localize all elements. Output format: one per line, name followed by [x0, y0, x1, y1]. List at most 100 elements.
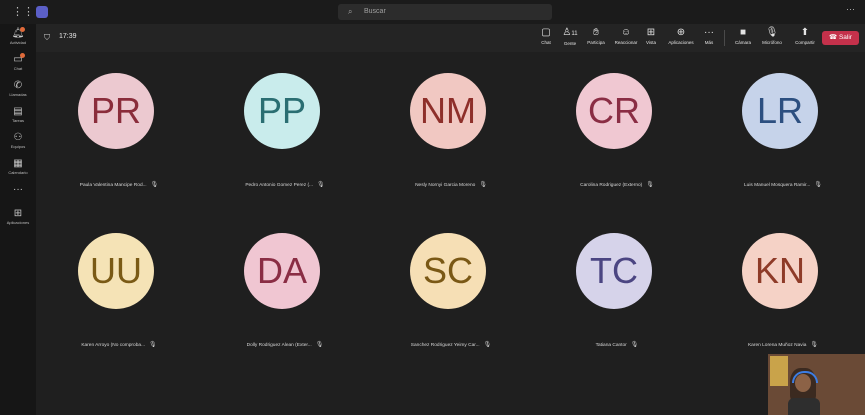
search-input[interactable]: ⌕ Buscar: [338, 4, 552, 20]
rail-item-calendar[interactable]: ▦ Calendario: [0, 156, 36, 184]
camera-label: Cámara: [734, 40, 751, 45]
participant-tile[interactable]: NM Nesly Nornyi Garcia Moreno 🎙︎: [368, 52, 534, 202]
microphone-icon: 🎙︎: [483, 342, 492, 348]
participant-avatar: LR: [742, 73, 818, 149]
view-label: Vista: [646, 40, 656, 45]
clipboard-icon: ▤: [13, 106, 23, 117]
more-icon: ···: [13, 184, 23, 195]
microphone-icon: 🎙︎: [814, 182, 822, 188]
participant-name-text: Carolina Rodriguez (Externo): [580, 183, 643, 188]
rail-label: Calendario: [8, 170, 28, 175]
people-icon: ♙11: [562, 27, 578, 38]
calendar-icon: ▦: [13, 158, 23, 169]
call-controls-bar: ⛉ 17:39 ▢ Chat ♙11 Gente ✋︎ Participa ☺ Reac…: [36, 24, 865, 52]
phone-icon: ✆: [13, 80, 23, 91]
participant-tile[interactable]: UU Karen Arroyo (No comproba... 🎙︎: [36, 212, 202, 362]
rail-label: Actividad: [9, 40, 27, 45]
shield-icon: ⛉: [44, 33, 50, 42]
notification-badge: [20, 27, 25, 32]
participant-name: Karen Lorena Muñoz Navia 🎙︎: [700, 341, 865, 348]
share-label: Compartir: [795, 40, 815, 45]
rail-item-teams[interactable]: ⚇ Equipos: [0, 130, 36, 158]
participant-avatar: KN: [742, 233, 818, 309]
participant-name: Nesly Nornyi Garcia Moreno 🎙︎: [368, 181, 534, 188]
react-label: Reaccionar: [614, 40, 638, 45]
more-button[interactable]: ··· Más: [701, 27, 717, 46]
participant-avatar: PR: [78, 73, 154, 149]
participant-tile[interactable]: PP Pedro Antonio Gomez Perez (... 🎙︎: [202, 52, 368, 202]
participant-tile[interactable]: LR Luis Manuel Mosquera Ramir... 🎙︎: [700, 52, 865, 202]
participant-tile[interactable]: DA Dolly Rodriguez Alean (Exter... 🎙︎: [202, 212, 368, 362]
people-count: 11: [571, 31, 578, 37]
teams-logo: [36, 6, 48, 18]
participant-name: Carolina Rodriguez (Externo) 🎙︎: [534, 181, 700, 188]
share-button[interactable]: ⬆ Compartir: [790, 27, 820, 46]
participant-name-text: Paula Valentina Mancipe Rod...: [79, 183, 147, 188]
participant-tile[interactable]: CR Carolina Rodriguez (Externo) 🎙︎: [534, 52, 700, 202]
app-rail: 🔔︎ Actividad ▭ Chat ✆ Llamadas ▤ Tareas …: [0, 24, 36, 415]
participant-name: Dolly Rodriguez Alean (Exter... 🎙︎: [202, 341, 368, 348]
rail-item-calls[interactable]: ✆ Llamadas: [0, 78, 36, 106]
apps-icon: ⊞: [13, 208, 23, 219]
rail-item-activity[interactable]: 🔔︎ Actividad: [0, 26, 36, 54]
chat-icon: ▢: [541, 27, 551, 38]
participant-name: Sanchez Rodriguez Yeimy Car... 🎙︎: [368, 341, 534, 348]
microphone-icon: 🎙︎: [315, 342, 324, 348]
microphone-icon: 🎙︎: [317, 182, 325, 188]
leave-button[interactable]: ☎︎ Salir: [822, 31, 859, 45]
participant-tile[interactable]: SC Sanchez Rodriguez Yeimy Car... 🎙︎: [368, 212, 534, 362]
divider: [724, 30, 725, 46]
leave-label: Salir: [838, 34, 852, 41]
rail-item-more[interactable]: ···: [0, 182, 36, 202]
teams-icon: ⚇: [13, 132, 23, 143]
participant-name-text: Karen Arroyo (No comproba...: [81, 343, 146, 348]
participant-avatar: NM: [410, 73, 486, 149]
self-view-video[interactable]: [768, 354, 865, 415]
raise-hand-button[interactable]: ✋︎ Participa: [583, 27, 609, 46]
share-screen-icon: ⬆: [800, 27, 810, 38]
more-options-icon[interactable]: ···: [846, 4, 855, 14]
participant-avatar: TC: [576, 233, 652, 309]
add-app-icon: ⊕: [676, 27, 686, 38]
microphone-icon: 🎙︎: [810, 342, 819, 348]
search-placeholder: Buscar: [364, 8, 386, 15]
video-shirt: [788, 398, 820, 415]
rail-item-tasks[interactable]: ▤ Tareas: [0, 104, 36, 132]
microphone-button[interactable]: 🎙︎ Micrófono: [756, 27, 788, 46]
microphone-icon: 🎙︎: [646, 182, 654, 188]
participant-avatar: CR: [576, 73, 652, 149]
view-button[interactable]: ⊞ Vista: [642, 27, 660, 46]
grid-view-icon: ⊞: [646, 27, 656, 38]
notification-badge: [20, 53, 25, 58]
participant-avatar: PP: [244, 73, 320, 149]
video-window: [770, 356, 788, 386]
apps-button[interactable]: ⊕ Aplicaciones: [661, 27, 701, 46]
chat-button[interactable]: ▢ Chat: [535, 27, 557, 46]
apps-label: Aplicaciones: [668, 40, 694, 45]
microphone-icon: 🎙︎: [150, 182, 159, 188]
participant-name: Tatiana Cantor 🎙︎: [534, 341, 700, 348]
participant-tile[interactable]: PR Paula Valentina Mancipe Rod... 🎙︎: [36, 52, 202, 202]
people-button[interactable]: ♙11 Gente: [559, 27, 581, 47]
participant-name-text: Luis Manuel Mosquera Ramir...: [743, 183, 811, 188]
participant-name-text: Karen Lorena Muñoz Navia: [747, 343, 807, 348]
chat-icon: ▭: [13, 54, 23, 65]
mic-label: Micrófono: [762, 40, 782, 45]
title-bar: ⋮⋮⋮ ⌕ Buscar ···: [0, 0, 865, 25]
participant-name: Karen Arroyo (No comproba... 🎙︎: [36, 341, 202, 348]
raise-label: Participa: [587, 40, 605, 45]
rail-item-chat[interactable]: ▭ Chat: [0, 52, 36, 80]
camera-icon: ■: [739, 27, 747, 38]
rail-label: Llamadas: [9, 92, 27, 97]
bell-icon: 🔔︎: [11, 28, 25, 39]
more-label: Más: [704, 40, 714, 45]
participant-name: Luis Manuel Mosquera Ramir... 🎙︎: [700, 181, 865, 188]
react-button[interactable]: ☺ Reaccionar: [611, 27, 641, 46]
rail-label: Tareas: [11, 118, 24, 123]
participant-tile[interactable]: TC Tatiana Cantor 🎙︎: [534, 212, 700, 362]
app-launcher-icon[interactable]: ⋮⋮⋮: [12, 5, 45, 19]
microphone-icon: 🎙︎: [149, 342, 157, 348]
participant-tile[interactable]: KN Karen Lorena Muñoz Navia 🎙︎: [700, 212, 865, 362]
rail-item-apps[interactable]: ⊞ Aplicaciones: [0, 206, 36, 234]
camera-button[interactable]: ■ Cámara: [731, 27, 755, 46]
